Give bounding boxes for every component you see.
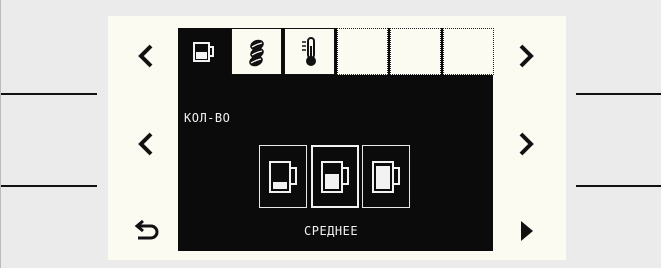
prev-option-button[interactable] <box>128 126 164 162</box>
current-value-label: СРЕДНЕЕ <box>304 224 359 238</box>
option-large-cup[interactable] <box>362 145 410 208</box>
frame-divider-left-top <box>0 93 97 95</box>
frame-edge-left <box>0 0 1 268</box>
start-button[interactable] <box>512 214 542 248</box>
return-arrow-icon <box>134 219 159 240</box>
frame-divider-right-top <box>576 93 661 95</box>
tab-empty-1 <box>337 28 388 75</box>
frame-divider-right-bottom <box>576 185 661 187</box>
chevron-right-icon <box>519 44 534 68</box>
tab-empty-3 <box>443 28 494 75</box>
next-option-button[interactable] <box>508 126 544 162</box>
cup-large-icon <box>372 160 400 193</box>
chevron-right-icon <box>519 132 534 156</box>
frame-divider-left-bottom <box>0 185 97 187</box>
chevron-left-icon <box>138 132 153 156</box>
back-button[interactable] <box>126 214 166 248</box>
tab-strength[interactable] <box>231 28 282 75</box>
play-triangle-icon <box>521 221 533 241</box>
option-small-cup[interactable] <box>259 145 307 208</box>
cup-medium-icon <box>321 160 349 193</box>
chevron-left-icon <box>138 44 153 68</box>
coffee-beans-icon <box>248 39 264 66</box>
cup-small-icon <box>269 160 297 193</box>
tab-temperature[interactable] <box>284 28 335 75</box>
next-tab-button[interactable] <box>508 38 544 74</box>
tab-empty-2 <box>390 28 441 75</box>
tab-quantity[interactable] <box>178 28 229 75</box>
cup-icon <box>192 41 214 62</box>
thermometer-icon <box>301 36 316 66</box>
option-medium-cup[interactable] <box>311 145 359 208</box>
setting-title: КОЛ-ВО <box>184 111 231 125</box>
prev-tab-button[interactable] <box>128 38 164 74</box>
